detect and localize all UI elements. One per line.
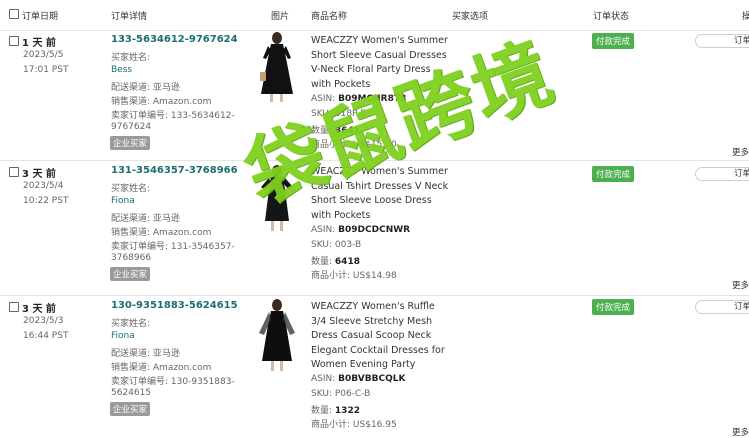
fulfillment-channel: 配送渠道: 亚马逊 [111, 214, 180, 224]
col-order-date[interactable]: 订单日期 [22, 9, 58, 22]
more-menu[interactable]: 更多 [732, 146, 749, 158]
order-date: 2023/5/5 [23, 50, 64, 60]
col-product-name: 商品名称 [311, 12, 348, 22]
order-date: 2023/5/4 [23, 181, 64, 191]
more-menu[interactable]: 更多 [732, 426, 749, 438]
product-image[interactable] [255, 299, 300, 373]
col-order-status[interactable]: 订单状态 [593, 9, 629, 22]
col-action: 操 [742, 12, 749, 22]
col-order-detail: 订单详情 [111, 12, 148, 22]
seller-order-no-label: 卖家订单编号: 133-5634612- [111, 111, 235, 121]
product-qty: 数量: 6418 [311, 257, 360, 267]
order-age: 3 天 前 [22, 304, 56, 315]
status-badge: 付款完成 [592, 299, 635, 315]
order-id-link[interactable]: 130-9351883-5624615 [111, 300, 238, 311]
order-time: 10:22 PST [23, 196, 69, 206]
business-buyer-badge: 企业买家 [110, 267, 151, 281]
product-qty: 数量: 1322 [311, 406, 360, 416]
product-sku: SKU: P06-C-B [311, 389, 371, 399]
product-sku: SKU: 003-B [311, 240, 362, 250]
more-menu[interactable]: 更多 [732, 279, 749, 291]
buyer-name-label: 买家姓名: [111, 319, 151, 329]
order-id-link[interactable]: 131-3546357-3768966 [111, 165, 238, 176]
col-buyer-options: 买家选项 [452, 12, 489, 22]
buyer-name-label: 买家姓名: [111, 53, 151, 63]
status-badge: 付款完成 [592, 166, 635, 182]
table-row: 3 天 前 2023/5/3 16:44 PST 130-9351883-562… [0, 296, 749, 438]
seller-order-no-label: 卖家订单编号: 130-9351883- [111, 377, 235, 387]
buyer-name-link[interactable]: Fiona [111, 196, 135, 206]
order-age: 3 天 前 [22, 169, 56, 180]
fulfillment-channel: 配送渠道: 亚马逊 [111, 349, 180, 359]
fulfillment-channel: 配送渠道: 亚马逊 [111, 83, 180, 93]
product-subtotal: 商品小计: US$14.98 [311, 271, 397, 281]
seller-order-no-cont: 9767624 [111, 122, 152, 132]
product-title[interactable]: WEACZZY Women's Ruffle 3/4 Sleeve Stretc… [311, 300, 449, 373]
order-age: 1 天 前 [22, 38, 56, 49]
sales-channel: 销售渠道: Amazon.com [111, 97, 212, 107]
order-date: 2023/5/3 [23, 316, 64, 326]
order-id-link[interactable]: 133-5634612-9767624 [111, 34, 238, 45]
sales-channel: 销售渠道: Amazon.com [111, 228, 212, 238]
business-buyer-badge: 企业买家 [110, 402, 151, 416]
buyer-name-link[interactable]: Bess [111, 65, 132, 75]
product-subtotal: 商品小计: US$16.95 [311, 420, 397, 430]
seller-order-no-cont: 5624615 [111, 388, 152, 398]
buyer-name-label: 买家姓名: [111, 184, 151, 194]
seller-order-no-label: 卖家订单编号: 131-3546357- [111, 242, 235, 252]
order-button[interactable]: 订单 [695, 300, 749, 314]
business-buyer-badge: 企业买家 [110, 136, 151, 150]
status-badge: 付款完成 [592, 33, 635, 49]
order-time: 17:01 PST [23, 65, 69, 75]
table-header: 订单日期 订单详情 图片 商品名称 买家选项 订单状态 操 [0, 0, 749, 31]
select-all-checkbox[interactable] [9, 9, 19, 19]
seller-order-no-cont: 3768966 [111, 253, 152, 263]
order-button[interactable]: 订单 [695, 167, 749, 181]
sales-channel: 销售渠道: Amazon.com [111, 363, 212, 373]
product-asin: ASIN: B0BVBBCQLK [311, 374, 406, 384]
order-time: 16:44 PST [23, 331, 69, 341]
row-checkbox[interactable] [9, 167, 19, 177]
row-checkbox[interactable] [9, 36, 19, 46]
product-asin: ASIN: B09DCDCNWR [311, 225, 411, 235]
row-checkbox[interactable] [9, 302, 19, 312]
buyer-name-link[interactable]: Fiona [111, 331, 135, 341]
order-button[interactable]: 订单 [695, 34, 749, 48]
product-image[interactable] [255, 32, 300, 104]
col-image: 图片 [271, 12, 290, 22]
